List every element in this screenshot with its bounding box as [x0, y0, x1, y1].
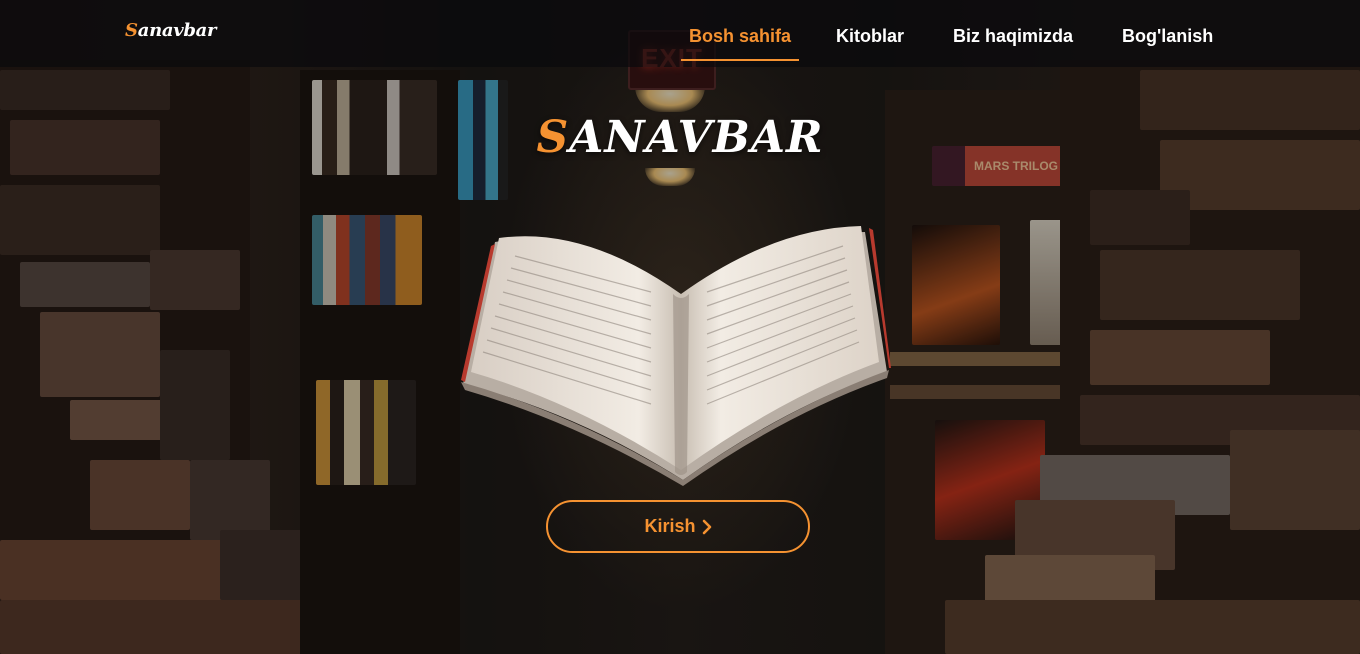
hero-title-text: ANAVBAR: [569, 112, 824, 163]
logo-initial: S: [125, 20, 138, 41]
top-navbar: Sanavbar Bosh sahifa Kitoblar Biz haqimi…: [0, 0, 1360, 67]
nav-link-home[interactable]: Bosh sahifa: [681, 26, 800, 61]
enter-button[interactable]: Kirish: [546, 500, 810, 553]
site-logo[interactable]: Sanavbar: [125, 20, 217, 41]
hero-title: SANAVBAR: [0, 112, 1360, 163]
nav-link-label: Bosh sahifa: [689, 26, 792, 46]
logo-text: anavbar: [137, 20, 217, 41]
nav-link-about[interactable]: Biz haqimizda: [953, 26, 1073, 60]
enter-button-label: Kirish: [644, 516, 696, 536]
nav-link-label: Kitoblar: [836, 26, 905, 46]
open-book-illustration: [461, 226, 891, 486]
nav-link-label: Biz haqimizda: [953, 26, 1074, 46]
nav-link-label: Bog'lanish: [1122, 26, 1214, 46]
nav-link-contact[interactable]: Bog'lanish: [1122, 26, 1213, 60]
active-underline: [681, 59, 800, 61]
hero-title-initial: S: [536, 112, 570, 163]
nav-link-books[interactable]: Kitoblar: [836, 26, 904, 60]
chevron-right-icon: [702, 519, 711, 534]
